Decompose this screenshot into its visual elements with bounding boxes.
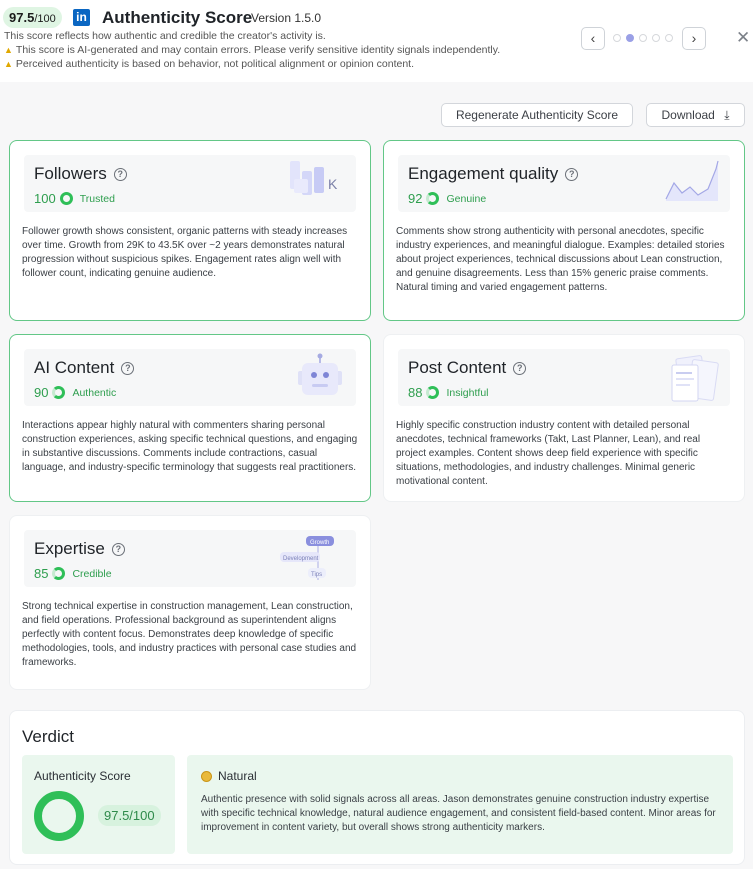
score-ring-icon [59,192,73,205]
prev-button[interactable]: ‹ [581,27,605,50]
help-icon[interactable]: ? [121,362,135,375]
pager-dots [613,34,673,42]
card-description: Highly specific construction industry co… [396,420,701,487]
score-ring-icon [34,791,84,841]
pager-dot[interactable] [613,34,621,42]
subtitle: This score reflects how authentic and cr… [4,30,326,42]
engagement-chart-illustration-icon [664,159,722,210]
verdict-tier: Natural [201,769,257,783]
score-ring-icon [426,386,440,399]
verdict-score-panel: Authenticity Score 97.5/100 [22,755,175,854]
card-followers: Followers? 100 Trusted K Follower growth… [9,140,371,321]
pager-dot[interactable] [652,34,660,42]
verdict-description: Authentic presence with solid signals ac… [201,794,716,833]
svg-text:Development: Development [283,556,319,562]
pager-dot[interactable] [665,34,673,42]
verdict-score-value: 97.5/100 [98,805,161,826]
card-title: AI Content? [34,358,135,378]
version-label: Version 1.5.0 [251,11,322,25]
verdict-section: Verdict Authenticity Score 97.5/100 Natu… [9,710,745,865]
card-title: Engagement quality? [408,164,579,184]
card-description: Interactions appear highly natural with … [22,420,358,473]
card-engagement-quality: Engagement quality? 92 Genuine Comments … [383,140,745,321]
warning-line-1: ▲ This score is AI-generated and may cont… [4,44,501,56]
card-ai-content: AI Content? 90 Authentic Interactions ap… [9,334,371,502]
score-badge: 97.5/100 [3,7,62,28]
next-button[interactable]: › [682,27,706,50]
warning-triangle-icon: ▲ [4,59,13,69]
header: 97.5/100 in Authenticity Score Version 1… [0,0,753,82]
card-score: 92 Genuine [408,191,487,206]
coin-icon [201,770,212,782]
warning-triangle-icon: ▲ [4,45,13,55]
card-description: Follower growth shows consistent, organi… [22,226,348,279]
score-ring-icon [52,567,66,580]
help-icon[interactable]: ? [513,362,527,375]
card-expertise: Expertise? 85 Credible Growth Developmen… [9,515,371,690]
expertise-tree-illustration-icon: Growth Development Tips [278,534,348,589]
card-header: Followers? 100 Trusted K [24,155,356,212]
documents-illustration-icon [668,353,722,410]
card-score: 85 Credible [34,566,112,581]
card-title: Post Content? [408,358,527,378]
svg-text:Tips: Tips [311,572,322,578]
help-icon[interactable]: ? [111,543,125,556]
warning-line-2: ▲ Perceived authenticity is based on beha… [4,58,415,70]
verdict-title: Verdict [22,727,74,746]
download-button[interactable]: Download ⤓ [646,103,745,127]
score-denominator: /100 [34,13,56,25]
card-score: 90 Authentic [34,385,117,400]
card-header: Expertise? 85 Credible Growth Developmen… [24,530,356,587]
pager-dot-active[interactable] [626,34,634,42]
card-header: AI Content? 90 Authentic [24,349,356,406]
card-header: Post Content? 88 Insightful [398,349,730,406]
page-title: Authenticity Score [102,8,253,27]
linkedin-icon: in [73,9,90,26]
score-value: 97.5 [9,10,35,25]
card-score: 88 Insightful [408,385,489,400]
robot-icon [294,353,348,406]
pager-dot[interactable] [639,34,647,42]
verdict-score-label: Authenticity Score [34,769,131,783]
followers-illustration-icon: K [288,159,348,208]
card-description: Strong technical expertise in constructi… [22,601,357,668]
svg-text:Growth: Growth [310,540,329,546]
card-header: Engagement quality? 92 Genuine [398,155,730,212]
score-ring-icon [52,386,66,399]
help-icon[interactable]: ? [113,168,127,181]
download-icon: ⤓ [724,108,730,122]
close-icon[interactable]: ✕ [736,28,750,48]
card-score: 100 Trusted [34,191,115,206]
card-title: Expertise? [34,539,125,559]
svg-text:K: K [328,176,338,192]
regenerate-button[interactable]: Regenerate Authenticity Score [441,103,633,127]
score-ring-icon [426,192,440,205]
verdict-summary-panel: Natural Authentic presence with solid si… [187,755,733,854]
card-post-content: Post Content? 88 Insightful Highly speci… [383,334,745,502]
card-title: Followers? [34,164,127,184]
help-icon[interactable]: ? [565,168,579,181]
card-description: Comments show strong authenticity with p… [396,226,725,293]
